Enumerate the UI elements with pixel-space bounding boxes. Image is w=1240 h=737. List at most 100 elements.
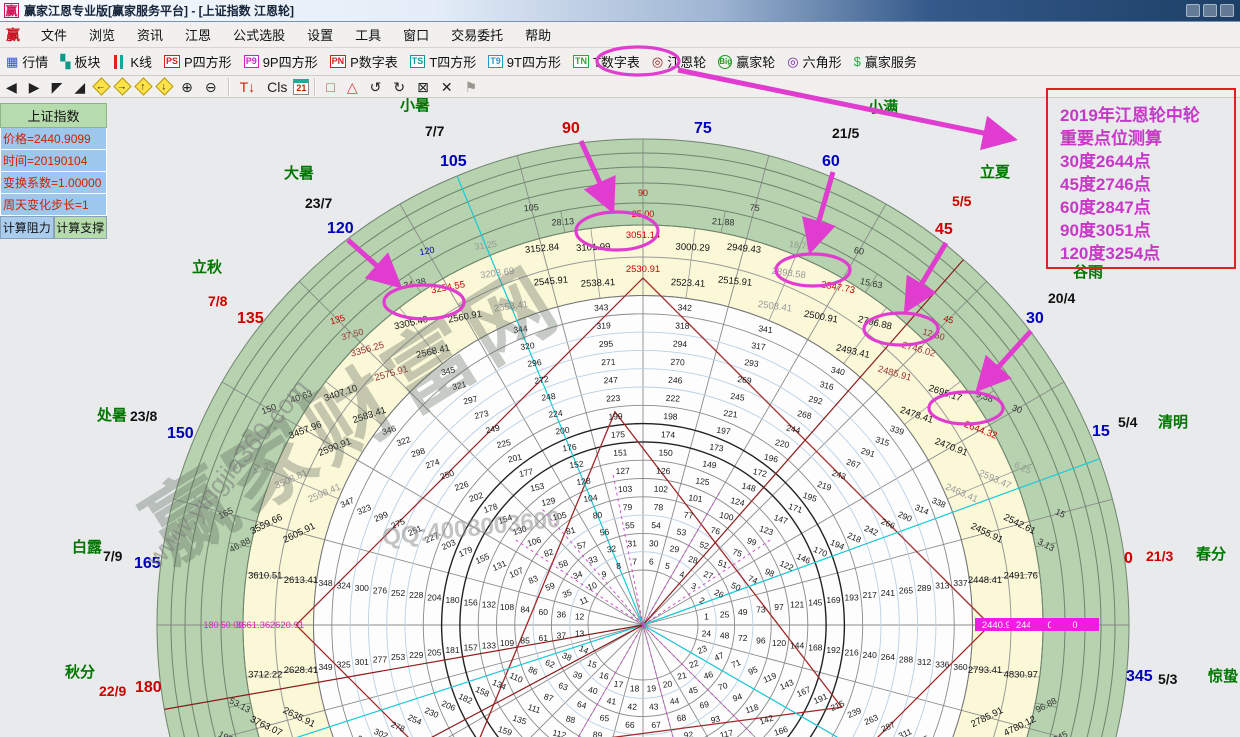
toolbar-button-T四方形[interactable]: TST四方形 xyxy=(404,50,482,73)
minimize-icon[interactable] xyxy=(1186,4,1200,17)
square-tool-icon[interactable]: □ xyxy=(320,77,340,97)
svg-text:127: 127 xyxy=(615,465,630,476)
pan-right-icon[interactable]: → xyxy=(113,77,131,95)
toolbar-button-板块[interactable]: ▚板块 xyxy=(54,50,106,73)
menu-资讯[interactable]: 资讯 xyxy=(126,25,174,46)
svg-text:72: 72 xyxy=(738,633,748,643)
calendar-icon[interactable]: 21 xyxy=(293,79,309,95)
menu-工具[interactable]: 工具 xyxy=(344,25,392,46)
wheel-label-22/9: 22/9 xyxy=(99,683,126,699)
t-scale-icon[interactable]: T↓ xyxy=(234,77,262,97)
zoom-in-icon[interactable]: ⊕ xyxy=(175,77,199,97)
wheel-label-5/4: 5/4 xyxy=(1118,414,1138,430)
svg-text:150: 150 xyxy=(658,447,673,458)
toolbar-button-行情[interactable]: ▦行情 xyxy=(0,50,54,73)
menu-浏览[interactable]: 浏览 xyxy=(78,25,126,46)
toolbar-button-赢家服务[interactable]: $赢家服务 xyxy=(848,50,923,73)
svg-text:193: 193 xyxy=(845,593,859,603)
svg-text:343: 343 xyxy=(594,302,609,313)
pan-left-icon[interactable]: ← xyxy=(92,77,110,95)
toolbar-label: 江恩轮 xyxy=(667,52,706,71)
box-select-icon[interactable]: ⊠ xyxy=(411,77,435,97)
pan-up-icon[interactable]: ↑ xyxy=(134,77,152,95)
svg-text:151: 151 xyxy=(613,447,628,458)
maximize-icon[interactable] xyxy=(1203,4,1217,17)
ps-icon: PS xyxy=(164,55,180,68)
svg-text:3712.22: 3712.22 xyxy=(248,670,282,681)
menu-设置[interactable]: 设置 xyxy=(296,25,344,46)
title-bar: 赢 赢家江恩专业版[赢家服务平台] - [上证指数 江恩轮] xyxy=(0,0,1240,22)
toolbar-button-江恩轮[interactable]: ◎江恩轮 xyxy=(646,50,712,73)
svg-text:228: 228 xyxy=(409,590,423,600)
toolbar-label: 9T四方形 xyxy=(507,52,561,71)
rotate-fwd-icon[interactable]: ◢ xyxy=(68,77,91,97)
wheel-label-23/7: 23/7 xyxy=(305,195,332,211)
toolbar-button-T数字表[interactable]: TNT数字表 xyxy=(567,50,646,73)
svg-text:126: 126 xyxy=(656,466,671,477)
pan-down-icon[interactable]: ↓ xyxy=(155,77,173,95)
calc-resistance-button[interactable]: 计算阻力 xyxy=(0,216,54,239)
toolbar-separator xyxy=(314,78,315,96)
svg-text:217: 217 xyxy=(863,590,877,600)
redo-icon[interactable]: ↻ xyxy=(387,77,411,97)
toolbar-label: 赢家轮 xyxy=(736,52,775,71)
toolbar-button-P四方形[interactable]: PSP四方形 xyxy=(158,50,238,73)
wheel-label-春分: 春分 xyxy=(1196,545,1226,563)
svg-text:149: 149 xyxy=(702,459,718,471)
toolbar-button-9P四方形[interactable]: P99P四方形 xyxy=(238,50,324,73)
toolbar-button-9T四方形[interactable]: T99T四方形 xyxy=(482,50,567,73)
rotate-back-icon[interactable]: ◤ xyxy=(46,77,69,97)
undo-icon[interactable]: ↺ xyxy=(364,77,388,97)
svg-text:294: 294 xyxy=(673,339,688,350)
wheel-label-135: 135 xyxy=(237,310,264,327)
svg-text:288: 288 xyxy=(899,655,913,665)
svg-text:29: 29 xyxy=(669,543,680,554)
svg-text:2491.76: 2491.76 xyxy=(1004,570,1038,581)
wheel-label-345: 345 xyxy=(1126,668,1153,685)
brand-logo-icon: 赢 xyxy=(6,25,20,45)
svg-text:92: 92 xyxy=(683,729,694,737)
svg-text:289: 289 xyxy=(917,583,931,593)
toolbar-label: 六角形 xyxy=(803,52,842,71)
triangle-tool-icon[interactable]: △ xyxy=(341,77,364,97)
menu-公式选股[interactable]: 公式选股 xyxy=(222,25,296,46)
svg-text:277: 277 xyxy=(373,655,387,665)
menu-窗口[interactable]: 窗口 xyxy=(392,25,440,46)
calc-support-button[interactable]: 计算支撑 xyxy=(54,216,108,239)
menu-文件[interactable]: 文件 xyxy=(30,25,78,46)
toolbar-button-P数字表[interactable]: PNP数字表 xyxy=(324,50,404,73)
svg-text:101: 101 xyxy=(688,492,704,504)
toolbar-button-K线[interactable]: K线 xyxy=(106,50,158,73)
svg-text:336: 336 xyxy=(935,659,949,669)
toolbar-button-赢家轮[interactable]: Big赢家轮 xyxy=(712,50,781,73)
svg-text:221: 221 xyxy=(723,408,739,420)
menu-交易委托[interactable]: 交易委托 xyxy=(440,25,514,46)
toolbar-button-六角形[interactable]: ◎六角形 xyxy=(781,50,847,73)
svg-text:31: 31 xyxy=(627,538,637,548)
page-next-icon[interactable]: ▶ xyxy=(23,77,46,97)
ts-icon: TS xyxy=(410,55,426,68)
toolbar-label: P数字表 xyxy=(350,52,398,71)
svg-text:12: 12 xyxy=(575,612,585,622)
zoom-out-icon[interactable]: ⊖ xyxy=(199,77,223,97)
svg-text:313: 313 xyxy=(935,581,949,591)
menu-江恩[interactable]: 江恩 xyxy=(174,25,222,46)
menu-帮助[interactable]: 帮助 xyxy=(514,25,562,46)
svg-text:90: 90 xyxy=(638,188,648,198)
svg-text:48: 48 xyxy=(720,631,730,641)
svg-text:7: 7 xyxy=(632,556,637,566)
center-cross-icon[interactable]: ✕ xyxy=(435,77,459,97)
close-icon[interactable] xyxy=(1220,4,1234,17)
window-controls[interactable] xyxy=(1186,4,1234,17)
svg-text:120: 120 xyxy=(772,638,786,648)
cls-button[interactable]: Cls xyxy=(261,77,293,97)
wheel-label-21/3: 21/3 xyxy=(1146,548,1173,564)
page-prev-icon[interactable]: ◀ xyxy=(0,77,23,97)
svg-text:41: 41 xyxy=(606,695,617,706)
price-row: 价格=2440.9099 xyxy=(0,128,107,150)
present-icon[interactable]: ⚑ xyxy=(459,77,484,97)
svg-text:246: 246 xyxy=(668,375,683,386)
wheel-label-150: 150 xyxy=(167,425,194,442)
svg-text:157: 157 xyxy=(464,643,478,653)
svg-text:3610.51: 3610.51 xyxy=(248,570,282,581)
